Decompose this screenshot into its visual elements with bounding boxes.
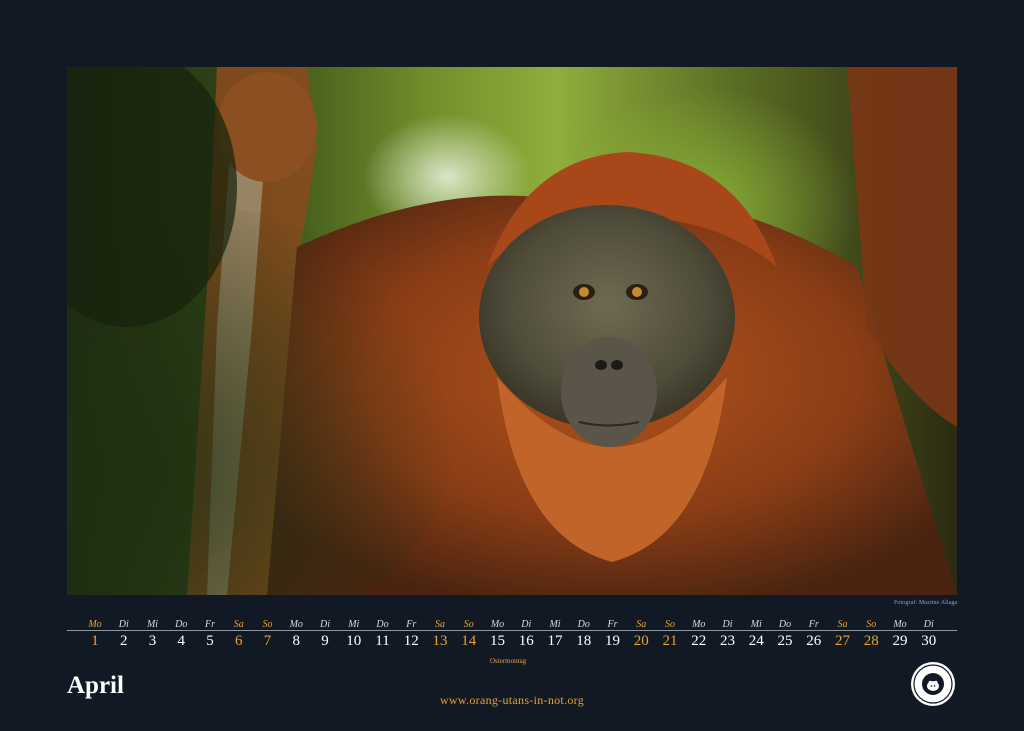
date-number: 8	[292, 633, 301, 649]
orangutan-illustration	[67, 67, 957, 595]
weekday-label: Sa	[837, 619, 848, 630]
holiday-label: Ostermontag	[490, 657, 527, 665]
date-number: 1	[91, 633, 99, 649]
orangutan-photo	[67, 67, 957, 595]
weekday-label: Di	[118, 619, 129, 630]
weekday-label: Di	[923, 619, 934, 630]
date-number: 10	[346, 633, 362, 649]
date-number: 12	[403, 633, 419, 649]
date-number: 19	[605, 633, 620, 649]
weekday-label: Sa	[435, 619, 445, 630]
date-number: 7	[263, 633, 272, 649]
photo-credit: Fotograf: Maxime Aliaga	[894, 600, 958, 606]
date-number: 14	[461, 633, 477, 649]
weekday-label: Fr	[406, 619, 417, 630]
weekday-label: Sa	[636, 619, 647, 630]
date-number: 24	[748, 633, 764, 649]
date-number: 6	[235, 633, 243, 649]
date-number: 4	[177, 633, 186, 649]
weekday-label: Mi	[348, 619, 360, 630]
weekday-label: So	[262, 619, 273, 630]
weekday-label: Do	[577, 619, 590, 630]
weekday-label: Do	[778, 619, 792, 630]
weekday-label: Do	[175, 619, 188, 630]
weekday-label: So	[665, 619, 675, 630]
date-number: 20	[633, 633, 649, 649]
weekday-label: Mo	[490, 619, 505, 630]
weekday-label: Sa	[233, 619, 244, 630]
date-number: 5	[206, 633, 214, 649]
date-number: 30	[921, 633, 937, 649]
calendar-divider	[67, 630, 957, 631]
weekday-label: Fr	[205, 619, 215, 630]
date-number: 21	[662, 633, 678, 649]
date-number: 23	[720, 633, 735, 649]
date-number: 18	[576, 633, 592, 649]
weekday-label: Di	[521, 619, 532, 630]
date-number: 26	[806, 633, 822, 649]
weekday-label: Mi	[750, 619, 762, 630]
date-number: 13	[432, 633, 448, 649]
weekday-label: So	[463, 619, 474, 630]
date-number: 16	[518, 633, 534, 649]
date-number: 15	[490, 633, 505, 649]
date-number: 22	[691, 633, 707, 649]
weekday-label: Di	[722, 619, 733, 630]
weekday-label: Fr	[808, 619, 819, 630]
date-number: 25	[777, 633, 793, 649]
date-number: 2	[120, 633, 128, 649]
date-number: 3	[148, 633, 157, 649]
date-number: 11	[375, 633, 390, 649]
weekday-label: Mo	[289, 619, 303, 630]
date-number: 17	[547, 633, 563, 649]
holiday-note: Ostermontag	[490, 657, 526, 665]
weekday-label: Di	[320, 619, 330, 630]
weekday-label: Mo	[88, 619, 102, 630]
weekday-label: Mi	[549, 619, 561, 630]
date-number: 9	[321, 633, 329, 649]
date-number: 28	[863, 633, 879, 649]
weekday-label: Fr	[607, 619, 618, 630]
website-link[interactable]: www.orang-utans-in-not.org	[0, 693, 1024, 708]
weekday-label: Do	[376, 619, 389, 630]
weekday-label: Mi	[146, 619, 159, 630]
weekday-label: Mo	[692, 619, 706, 630]
date-number: 27	[835, 633, 850, 649]
orang-utans-in-not-logo	[910, 661, 956, 707]
weekday-label: So	[866, 619, 877, 630]
date-number: 29	[892, 633, 908, 649]
weekday-label: Mo	[893, 619, 907, 630]
